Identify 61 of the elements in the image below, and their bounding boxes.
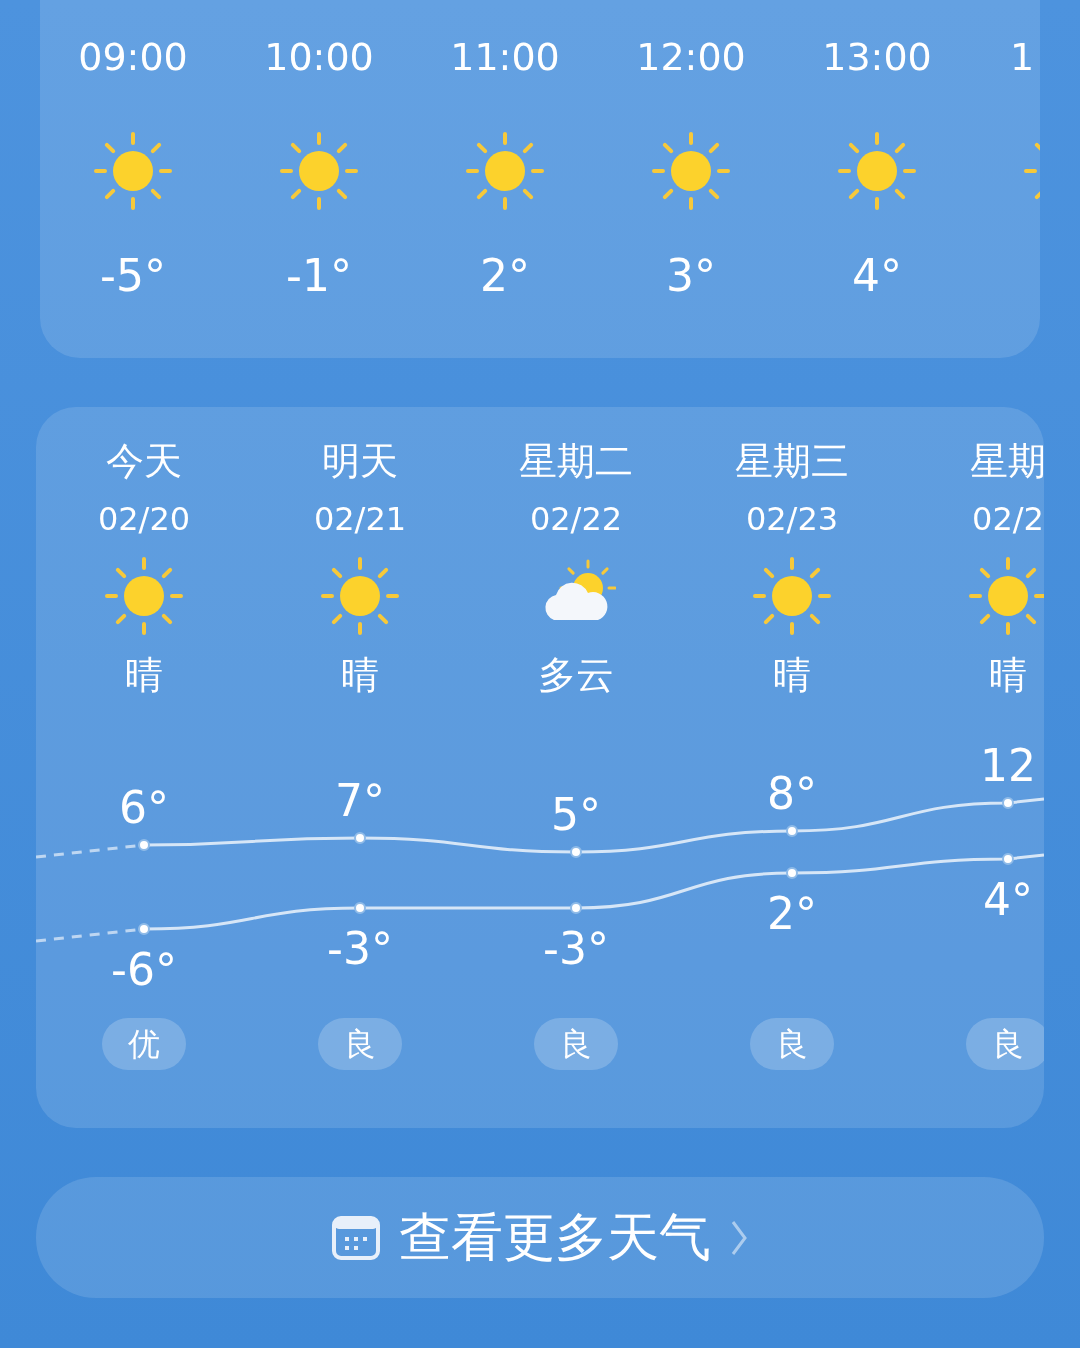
sun-icon — [651, 131, 731, 211]
sun-icon — [968, 556, 1044, 636]
sun-icon — [93, 131, 173, 211]
hour-time: 09:00 — [78, 34, 188, 81]
day-name: 星期三 — [735, 438, 849, 485]
weather-condition: 晴 — [773, 652, 811, 699]
day-name: 星期二 — [519, 438, 633, 485]
data-point — [1002, 797, 1014, 809]
data-point — [138, 923, 150, 935]
sun-icon — [320, 556, 400, 636]
data-point — [138, 839, 150, 851]
weather-condition: 多云 — [538, 652, 614, 699]
hour-time: 10:00 — [264, 34, 374, 81]
weather-condition: 晴 — [341, 652, 379, 699]
weather-condition: 晴 — [125, 652, 163, 699]
data-point — [354, 832, 366, 844]
hour-time: 12:00 — [636, 34, 746, 81]
air-quality-badge: 良 — [318, 1018, 402, 1070]
high-temperature: 12 — [980, 740, 1036, 791]
day-date: 02/20 — [97, 499, 191, 540]
weather-condition: 晴 — [989, 652, 1027, 699]
sun-icon — [837, 131, 917, 211]
hour-time: 1 — [1010, 34, 1035, 81]
hour-temperature: -5° — [100, 249, 166, 303]
sun-icon — [752, 556, 832, 636]
data-point — [786, 867, 798, 879]
high-temperature: 7° — [335, 775, 385, 826]
low-temperature: 2° — [767, 888, 817, 939]
hour-temperature: -1° — [286, 249, 352, 303]
sun-icon — [279, 131, 359, 211]
low-temperature: -3° — [327, 923, 393, 974]
day-date: 02/2 — [972, 499, 1044, 540]
low-temperature: -6° — [111, 944, 177, 995]
hour-temperature: 2° — [480, 249, 530, 303]
day-date: 02/21 — [313, 499, 407, 540]
day-date: 02/23 — [745, 499, 839, 540]
hour-temperature: 3° — [666, 249, 716, 303]
low-temperature: -3° — [543, 923, 609, 974]
high-temperature: 6° — [119, 782, 169, 833]
data-point — [1002, 853, 1014, 865]
hour-temperature: 4° — [852, 249, 902, 303]
day-name: 今天 — [106, 438, 182, 485]
data-point — [786, 825, 798, 837]
air-quality-badge: 良 — [966, 1018, 1044, 1070]
day-date: 02/22 — [529, 499, 623, 540]
data-point — [354, 902, 366, 914]
hour-time: 11:00 — [450, 34, 560, 81]
day-name: 星期 — [970, 438, 1044, 485]
low-temperature: 4° — [983, 874, 1033, 925]
day-name: 明天 — [322, 438, 398, 485]
sun-icon — [104, 556, 184, 636]
air-quality-badge: 良 — [534, 1018, 618, 1070]
air-quality-badge: 优 — [102, 1018, 186, 1070]
high-temperature: 8° — [767, 768, 817, 819]
data-point — [570, 902, 582, 914]
air-quality-badge: 良 — [750, 1018, 834, 1070]
hour-time: 13:00 — [822, 34, 932, 81]
high-temperature: 5° — [551, 789, 601, 840]
more-weather-button[interactable]: 查看更多天气 — [36, 1177, 1044, 1298]
sun-icon — [465, 131, 545, 211]
data-point — [570, 846, 582, 858]
